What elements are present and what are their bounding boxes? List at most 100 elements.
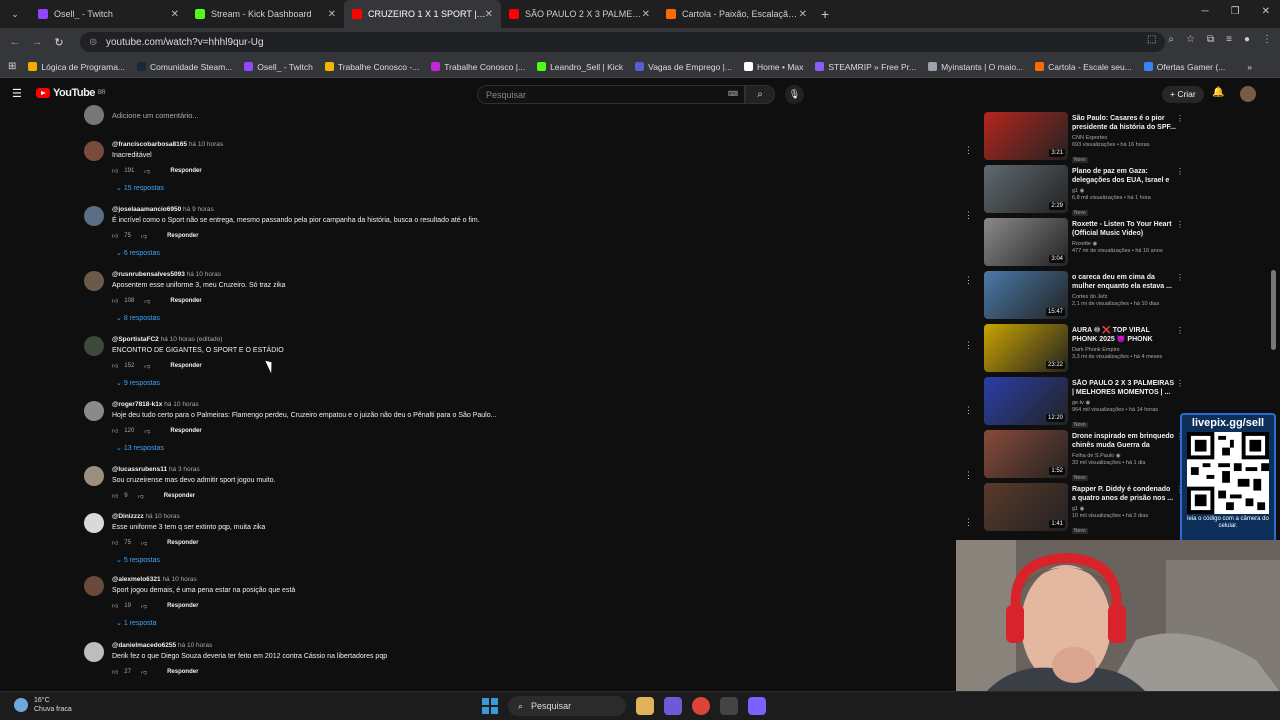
like-icon[interactable]: 👍︎: [112, 427, 118, 435]
related-video-item[interactable]: 3:21 São Paulo: Casares é o pior presiden…: [984, 112, 1184, 164]
video-channel[interactable]: ge.tv ◉: [1072, 400, 1176, 406]
view-replies-button[interactable]: ⌄ 1 resposta: [116, 619, 932, 627]
comment-author[interactable]: @franciscobarbosa8165 há 10 horas: [112, 141, 932, 148]
comment-menu-icon[interactable]: ⋮: [964, 470, 973, 481]
close-tab-icon[interactable]: ✕: [328, 9, 336, 20]
comment-author[interactable]: @lucassrubens11 há 3 horas: [112, 466, 932, 473]
new-tab-icon[interactable]: +: [821, 6, 829, 22]
bookmark-item[interactable]: Comunidade Steam...: [137, 62, 232, 72]
dislike-icon[interactable]: 👎︎: [141, 602, 147, 610]
close-tab-icon[interactable]: ✕: [171, 9, 179, 20]
comment-author[interactable]: @joselaaamancio6950 há 9 horas: [112, 206, 932, 213]
video-title[interactable]: SÃO PAULO 2 X 3 PALMEIRAS | MELHORES MOM…: [1072, 379, 1176, 397]
like-icon[interactable]: 👍︎: [112, 297, 118, 305]
like-icon[interactable]: 👍︎: [112, 602, 118, 610]
comment-menu-icon[interactable]: ⋮: [964, 517, 973, 528]
video-menu-icon[interactable]: ⋮: [1176, 326, 1184, 335]
video-thumbnail[interactable]: 1:41: [984, 483, 1068, 531]
keyboard-icon[interactable]: ⌨: [728, 90, 738, 98]
video-channel[interactable]: Folha de S.Paulo ◉: [1072, 453, 1176, 459]
like-icon[interactable]: 👍︎: [112, 167, 118, 175]
bookmark-item[interactable]: Ofertas Gamer (...: [1143, 62, 1225, 72]
site-info-icon[interactable]: ⊜: [89, 37, 97, 48]
avatar[interactable]: [84, 513, 104, 533]
view-replies-button[interactable]: ⌄ 8 respostas: [116, 314, 932, 322]
related-video-item[interactable]: 23:22 AURA ♾ ❌ TOP VIRAL PHONK 2025 😈 PHO…: [984, 324, 1184, 376]
related-video-item[interactable]: 3:04 Roxette - Listen To Your Heart (Offi…: [984, 218, 1184, 270]
video-thumbnail[interactable]: 23:22: [984, 324, 1068, 372]
avatar[interactable]: [84, 576, 104, 596]
browser-tab[interactable]: CRUZEIRO 1 X 1 SPORT | M ✕: [344, 0, 501, 28]
dislike-icon[interactable]: 👎︎: [144, 167, 150, 175]
video-menu-icon[interactable]: ⋮: [1176, 220, 1184, 229]
comment-author[interactable]: @alexmelo6321 há 10 horas: [112, 576, 932, 583]
view-replies-button[interactable]: ⌄ 13 respostas: [116, 444, 932, 452]
bookmark-item[interactable]: Trabalhe Conosco -...: [324, 62, 419, 72]
like-icon[interactable]: 👍︎: [112, 539, 118, 547]
dislike-icon[interactable]: 👎︎: [144, 297, 150, 305]
more-bookmarks-icon[interactable]: »: [1247, 62, 1252, 72]
reply-button[interactable]: Responder: [170, 363, 201, 369]
voice-search-button[interactable]: 🎙: [785, 85, 804, 104]
video-thumbnail[interactable]: 2:29: [984, 165, 1068, 213]
related-video-item[interactable]: 15:47 o careca deu em cima da mulher enqu…: [984, 271, 1184, 323]
close-tab-icon[interactable]: ✕: [799, 9, 807, 20]
video-thumbnail[interactable]: 3:04: [984, 218, 1068, 266]
chrome-icon[interactable]: [692, 697, 710, 715]
media-icon[interactable]: ≡: [1226, 34, 1232, 45]
video-channel[interactable]: g1 ◉: [1072, 506, 1176, 512]
reload-icon[interactable]: ↻: [48, 36, 70, 49]
search-button[interactable]: ⌕: [745, 85, 775, 104]
search-input[interactable]: Pesquisar ⌨: [477, 85, 745, 104]
video-title[interactable]: Rapper P. Diddy é condenado a quatro ano…: [1072, 485, 1176, 503]
reply-button[interactable]: Responder: [167, 233, 198, 239]
video-menu-icon[interactable]: ⋮: [1176, 114, 1184, 123]
profile-icon[interactable]: ●: [1244, 34, 1250, 45]
close-tab-icon[interactable]: ✕: [642, 9, 650, 20]
bookmark-item[interactable]: Lógica de Programa...: [28, 62, 125, 72]
video-channel[interactable]: Cortes do Jefz: [1072, 294, 1176, 300]
notifications-bell-icon[interactable]: 🔔: [1212, 87, 1224, 98]
avatar[interactable]: [84, 401, 104, 421]
related-video-item[interactable]: 1:52 Drone inspirado em brinquedo chinês …: [984, 430, 1184, 482]
zoom-icon[interactable]: ⌕: [1168, 34, 1174, 45]
browser-tab[interactable]: Stream - Kick Dashboard ✕: [187, 0, 344, 28]
close-window-icon[interactable]: ✕: [1262, 6, 1270, 17]
avatar[interactable]: [84, 336, 104, 356]
browser-tab[interactable]: SÃO PAULO 2 X 3 PALMEIRAS |✕: [501, 0, 658, 28]
dislike-icon[interactable]: 👎︎: [144, 427, 150, 435]
extensions-icon[interactable]: ⧉: [1207, 34, 1214, 45]
comment-menu-icon[interactable]: ⋮: [964, 405, 973, 416]
video-menu-icon[interactable]: ⋮: [1176, 273, 1184, 282]
reply-button[interactable]: Responder: [167, 603, 198, 609]
related-video-item[interactable]: 12:20 SÃO PAULO 2 X 3 PALMEIRAS | MELHORE…: [984, 377, 1184, 429]
discord-icon[interactable]: [664, 697, 682, 715]
video-thumbnail[interactable]: 12:20: [984, 377, 1068, 425]
apps-icon[interactable]: ⊞: [8, 61, 16, 72]
video-channel[interactable]: CNN Esportes: [1072, 135, 1176, 141]
dislike-icon[interactable]: 👎︎: [138, 492, 144, 500]
youtube-logo[interactable]: YouTube BR: [36, 87, 106, 99]
reply-button[interactable]: Responder: [164, 493, 195, 499]
reply-button[interactable]: Responder: [170, 168, 201, 174]
video-thumbnail[interactable]: 1:52: [984, 430, 1068, 478]
tab-list-icon[interactable]: ⌄: [0, 9, 30, 20]
dislike-icon[interactable]: 👎︎: [141, 232, 147, 240]
bookmark-star-icon[interactable]: ☆: [1186, 34, 1195, 45]
bookmark-item[interactable]: Osell_ - Twitch: [244, 62, 313, 72]
bookmark-item[interactable]: Cartola - Escale seu...: [1035, 62, 1132, 72]
bookmark-item[interactable]: Vagas de Emprego |...: [635, 62, 732, 72]
reply-button[interactable]: Responder: [167, 669, 198, 675]
close-tab-icon[interactable]: ✕: [485, 9, 493, 20]
user-avatar[interactable]: [1240, 86, 1256, 102]
video-channel[interactable]: Dark Phonk Empire: [1072, 347, 1176, 353]
dislike-icon[interactable]: 👎︎: [141, 539, 147, 547]
forward-icon[interactable]: →: [26, 36, 48, 48]
related-video-item[interactable]: 1:41 Rapper P. Diddy é condenado a quatro…: [984, 483, 1184, 535]
comment-author[interactable]: @SportistaFC2 há 10 horas (editado): [112, 336, 932, 343]
comment-author[interactable]: @danielmacedo6255 há 10 horas: [112, 642, 932, 649]
comment-menu-icon[interactable]: ⋮: [964, 275, 973, 286]
file-explorer-icon[interactable]: [636, 697, 654, 715]
video-thumbnail[interactable]: 3:21: [984, 112, 1068, 160]
restore-icon[interactable]: ❐: [1231, 6, 1240, 17]
